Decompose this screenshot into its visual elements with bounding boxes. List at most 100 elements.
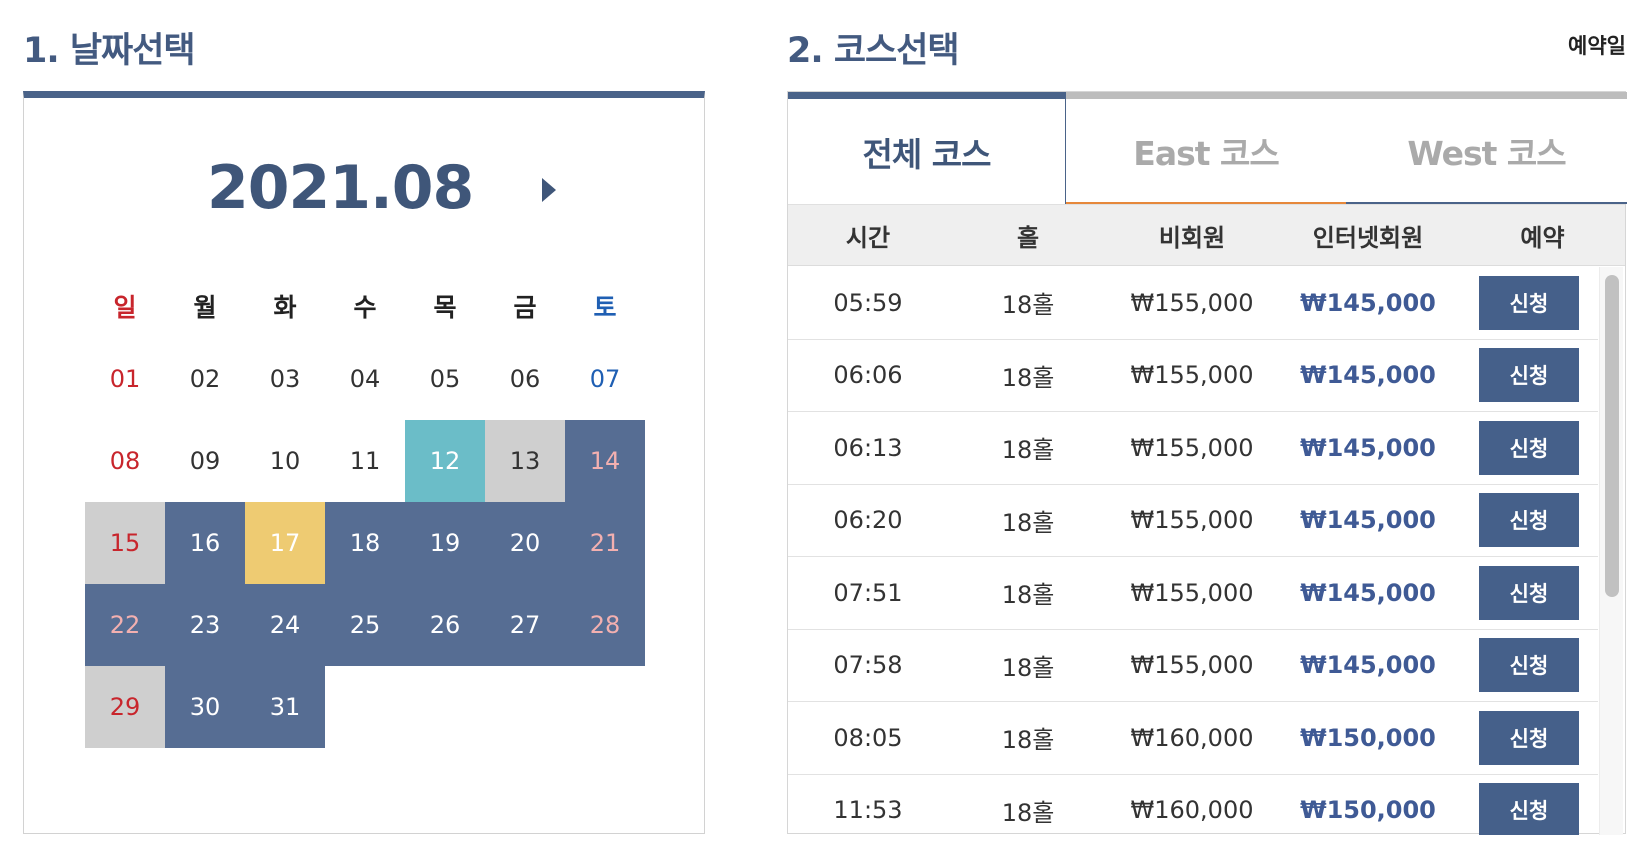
tab-east-course[interactable]: East 코스 [1066,92,1346,204]
weekday-label: 월 [193,293,217,322]
internet-member-price: ₩145,000 [1300,651,1436,680]
reserve-cell: 신청 [1460,565,1598,620]
calendar-day-29: 29 [85,666,165,748]
calendar-day-24[interactable]: 24 [245,584,325,666]
calendar-day-22[interactable]: 22 [85,584,165,666]
calendar-day-01: 01 [109,365,141,393]
internet-member-price: ₩150,000 [1300,723,1436,752]
reserve-cell: 신청 [1460,493,1598,548]
calendar-empty-cell [405,666,485,748]
non-member-price: ₩160,000 [1130,796,1254,825]
reserve-cell: 신청 [1460,420,1598,475]
weekday-label: 목 [433,293,457,322]
weekday-label: 화 [273,293,297,322]
calendar-day-07: 07 [589,365,621,393]
hole-count: 18홀 [1001,581,1055,610]
course-tabs: 전체 코스 East 코스 West 코스 [788,92,1627,204]
calendar-day-21[interactable]: 21 [565,502,645,584]
tee-time: 07:58 [833,651,903,680]
calendar-day-25[interactable]: 25 [325,584,405,666]
apply-button[interactable]: 신청 [1479,565,1579,620]
calendar-day-19[interactable]: 19 [405,502,485,584]
weekday-header: 일월화수목금토 [85,278,645,338]
calendar-day-30[interactable]: 30 [165,666,245,748]
internet-member-price: ₩145,000 [1300,433,1436,462]
apply-button[interactable]: 신청 [1479,420,1579,475]
calendar-day-03: 03 [269,365,301,393]
calendar-day-17[interactable]: 17 [245,502,325,584]
tee-time: 08:05 [833,723,903,752]
reserve-cell: 신청 [1460,710,1598,765]
non-member-price: ₩155,000 [1130,578,1254,607]
weekday-label: 토 [593,293,617,322]
apply-button[interactable]: 신청 [1479,275,1579,330]
apply-button[interactable]: 신청 [1479,710,1579,765]
tee-time-table-header: 시간 홀 비회원 인터넷회원 예약 [788,204,1625,266]
weekday-label: 수 [353,293,377,322]
calendar-day-31[interactable]: 31 [245,666,325,748]
apply-button[interactable]: 신청 [1479,348,1579,403]
calendar-panel: 2021.08 일 월 화 수 목 금 토 01 02 03 04 05 06 07 08 09 10 11 12… [23,91,705,834]
calendar-day-26[interactable]: 26 [405,584,485,666]
reserve-cell: 신청 [1460,348,1598,403]
hole-count: 18홀 [1001,436,1055,465]
column-header-hole: 홀 [1016,223,1040,252]
table-row: 08:05 18홀 ₩160,000 ₩150,000 신청 [788,702,1598,775]
calendar-day-04: 04 [349,365,381,393]
hole-count: 18홀 [1001,653,1055,682]
course-section-title: 2. 코스선택 [787,31,960,71]
calendar-month-title: 2021.08 [207,153,474,223]
reserve-cell: 신청 [1460,638,1598,693]
table-row: 06:06 18홀 ₩155,000 ₩145,000 신청 [788,340,1598,412]
date-section-title: 1. 날짜선택 [23,31,196,71]
calendar-day-09: 09 [189,447,221,475]
apply-button[interactable]: 신청 [1479,783,1579,835]
calendar-empty-cell [565,666,645,748]
internet-member-price: ₩145,000 [1300,361,1436,390]
calendar-day-08: 08 [109,447,141,475]
scrollbar-thumb[interactable] [1605,275,1619,597]
apply-button[interactable]: 신청 [1479,638,1579,693]
tee-time: 05:59 [833,288,903,317]
calendar-day-27[interactable]: 27 [485,584,565,666]
tee-time: 06:13 [833,433,903,462]
tab-all-courses[interactable]: 전체 코스 [788,92,1066,204]
calendar-day-28[interactable]: 28 [565,584,645,666]
table-scrollbar[interactable] [1599,267,1623,835]
calendar-grid: 01 02 03 04 05 06 07 08 09 10 11 12 13 14 15 16 17 18 19 20… [85,338,645,748]
apply-button[interactable]: 신청 [1479,493,1579,548]
non-member-price: ₩155,000 [1130,288,1254,317]
calendar-day-13: 13 [485,420,565,502]
calendar-week: 29 30 31 [85,666,645,748]
calendar-week: 22 23 24 25 26 27 28 [85,584,645,666]
calendar-day-20[interactable]: 20 [485,502,565,584]
reserve-cell: 신청 [1460,275,1598,330]
calendar-day-10: 10 [269,447,301,475]
internet-member-price: ₩145,000 [1300,578,1436,607]
table-row: 06:20 18홀 ₩155,000 ₩145,000 신청 [788,485,1598,557]
tee-time: 06:20 [833,506,903,535]
calendar-day-15: 15 [85,502,165,584]
hole-count: 18홀 [1001,291,1055,320]
calendar-day-05: 05 [429,365,461,393]
hole-count: 18홀 [1001,363,1055,392]
calendar-day-14[interactable]: 14 [565,420,645,502]
internet-member-price: ₩150,000 [1300,796,1436,825]
hole-count: 18홀 [1001,508,1055,537]
next-month-icon[interactable] [542,178,556,202]
internet-member-price: ₩145,000 [1300,288,1436,317]
calendar-day-12[interactable]: 12 [405,420,485,502]
calendar-week: 08 09 10 11 12 13 14 [85,420,645,502]
tab-west-course[interactable]: West 코스 [1346,92,1627,204]
internet-member-price: ₩145,000 [1300,506,1436,535]
column-header-internet-member: 인터넷회원 [1312,223,1424,252]
calendar-day-11: 11 [349,447,381,475]
calendar-day-23[interactable]: 23 [165,584,245,666]
reservation-date-label: 예약일 [1568,34,1626,58]
tee-time-table-body: 05:59 18홀 ₩155,000 ₩145,000 신청 06:06 18홀 ₩155,0… [788,267,1625,835]
non-member-price: ₩160,000 [1130,723,1254,752]
column-header-non-member: 비회원 [1158,223,1226,252]
calendar-day-06: 06 [509,365,541,393]
calendar-day-18[interactable]: 18 [325,502,405,584]
calendar-day-16[interactable]: 16 [165,502,245,584]
